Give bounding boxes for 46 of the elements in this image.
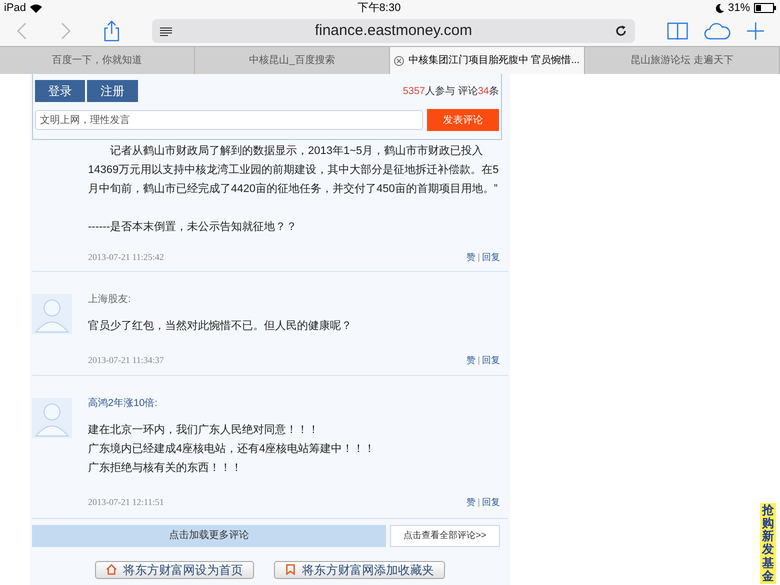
battery-percent: 31% [728, 0, 750, 16]
device-name: iPad [4, 0, 26, 16]
reply-link[interactable]: 回复 [482, 354, 500, 367]
footer-link-button[interactable]: 将东方财富网设为首页 [95, 560, 254, 578]
book-icon[interactable] [666, 21, 688, 41]
link-separator: | [478, 251, 480, 264]
like-link[interactable]: 赞 [466, 251, 476, 264]
link-separator: | [478, 354, 480, 367]
address-bar[interactable]: finance.eastmoney.com [152, 19, 635, 43]
comment-input-field[interactable]: 文明上网，理性发言 [35, 110, 423, 130]
comment-author[interactable]: 上海股友: [88, 292, 500, 306]
comment-text: 广东拒绝与核有关的东西！！！ [88, 460, 243, 476]
moon-icon [716, 4, 724, 12]
comment-text: 广东境内已经建成4座核电站，还有4座核电站筹建中！！！ [88, 442, 376, 457]
login-button[interactable]: 登录 [35, 80, 85, 102]
reply-link[interactable]: 回复 [482, 251, 500, 264]
fund-ad-banner[interactable]: 抢购新发基金 [760, 502, 776, 584]
comment-text: ------是否本末倒置，未公示告知就征地？？ [88, 220, 298, 235]
share-icon[interactable] [103, 20, 120, 42]
reply-link[interactable]: 回复 [482, 496, 500, 510]
comment-text: 记者从鹤山市财政局了解到的数据显示，2013年1~5月，鹤山市市财政已投入14369万元用以支持中核龙湾工业园的前期建设，其中大部分是征地拆迁补偿款。在5月中旬前，鹤山市已经完成了4420亩的征地任务，并交付了450亩的首期项目用地。” [88, 144, 500, 197]
bookmark-icon [285, 564, 296, 575]
comment-timestamp: 2013-07-21 11:34:37 [88, 354, 164, 366]
comment-timestamp: 2013-07-21 11:25:42 [88, 251, 164, 264]
participation-count: 5357人参与 评论34条 [402, 84, 499, 98]
comment-timestamp: 2013-07-21 12:11:51 [88, 496, 164, 509]
comment-author[interactable]: 高鸿2年涨10倍: [88, 396, 500, 411]
reader-list-icon[interactable] [160, 26, 172, 36]
view-all-comments-button[interactable]: 点击查看全部评论>> [390, 524, 500, 546]
battery-icon [754, 3, 776, 13]
link-separator: | [478, 496, 480, 509]
cloud-icon[interactable] [704, 22, 731, 40]
comment-text: 官员少了红包，当然对此惋惜不已。但人民的健康呢？ [88, 318, 353, 334]
wifi-icon [30, 4, 42, 12]
like-link[interactable]: 赞 [466, 354, 476, 367]
reload-icon[interactable] [614, 25, 627, 37]
house-icon [106, 564, 117, 575]
close-icon[interactable] [394, 56, 404, 66]
load-more-button[interactable]: 点击加载更多评论 [32, 524, 386, 546]
like-link[interactable]: 赞 [466, 496, 476, 510]
browser-tab[interactable]: 中核集团江门项目胎死腹中 官员惋惜... [390, 47, 585, 74]
register-button[interactable]: 注册 [87, 80, 138, 102]
comment-text: 建在北京一环内，我们广东人民绝对同意！！！ [88, 422, 320, 438]
footer-link-button[interactable]: 将东方财富网添加收藏夹 [274, 560, 445, 578]
plus-icon[interactable] [746, 22, 764, 40]
clock-time: 下午8:30 [357, 0, 401, 16]
